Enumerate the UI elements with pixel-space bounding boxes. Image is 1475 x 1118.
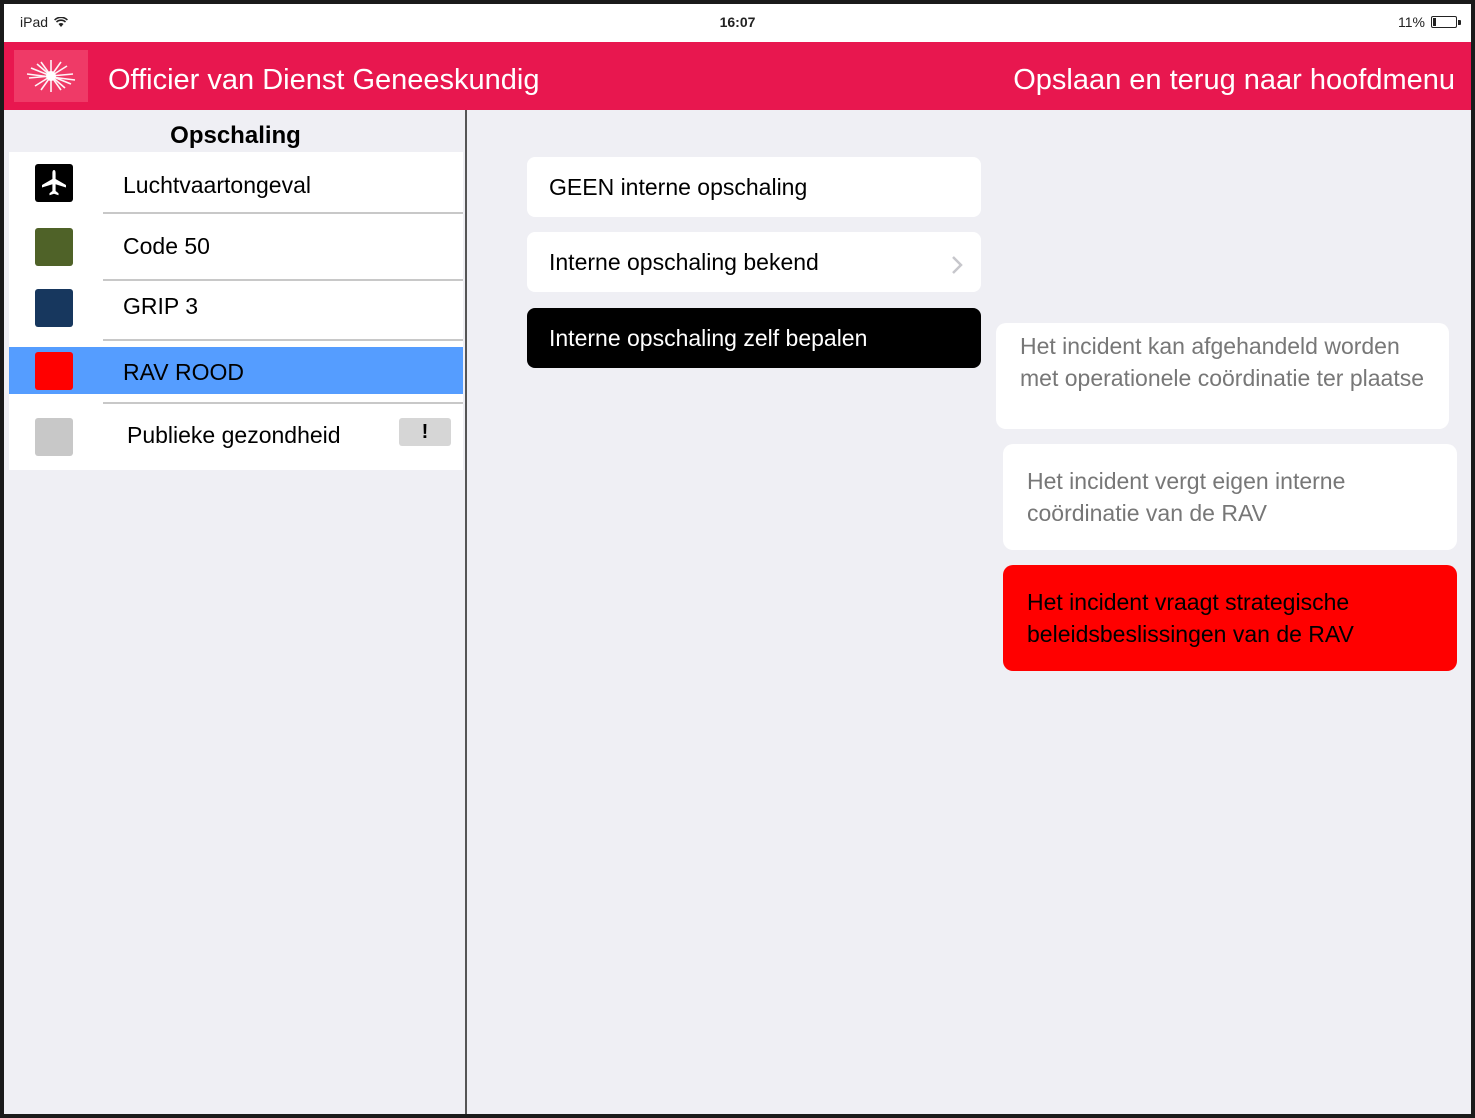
sidebar-list: Luchtvaartongeval Code 50 GRIP 3 RAV ROO…: [9, 152, 463, 470]
status-bar: 16:07 iPad 11%: [4, 4, 1471, 42]
description-operationele-coordinatie[interactable]: Het incident kan afgehandeld worden met …: [996, 323, 1449, 429]
status-left: iPad: [20, 14, 68, 30]
sidebar-item-label: Luchtvaartongeval: [123, 172, 311, 198]
wifi-icon: [54, 16, 68, 28]
description-strategische-beleidsbeslissingen[interactable]: Het incident vraagt strategische beleids…: [1003, 565, 1457, 671]
sidebar-item-rav-rood[interactable]: RAV ROOD: [9, 347, 463, 394]
separator: [103, 339, 463, 341]
color-swatch: [35, 352, 73, 390]
sidebar-item-code-50[interactable]: Code 50: [9, 214, 463, 281]
chevron-right-icon: [951, 254, 963, 281]
sidebar-item-label: Code 50: [123, 233, 210, 259]
sidebar: Opschaling Luchtvaartongeval Code 50 GRI…: [4, 110, 467, 1114]
save-back-button[interactable]: Opslaan en terug naar hoofdmenu: [1013, 64, 1455, 97]
app-title: Officier van Dienst Geneeskundig: [108, 64, 540, 96]
option-label: GEEN interne opschaling: [549, 174, 808, 200]
alert-badge[interactable]: !: [399, 418, 451, 446]
app-logo: [14, 50, 88, 102]
sidebar-item-grip-3[interactable]: GRIP 3: [9, 281, 463, 341]
device-label: iPad: [20, 14, 49, 30]
option-label: Interne opschaling bekend: [549, 249, 819, 275]
battery-percent: 11%: [1398, 14, 1425, 30]
description-interne-coordinatie[interactable]: Het incident vergt eigen interne coördin…: [1003, 444, 1457, 550]
option-interne-opschaling-zelf-bepalen[interactable]: Interne opschaling zelf bepalen: [527, 308, 981, 368]
color-swatch: [35, 418, 73, 456]
airplane-icon: [35, 164, 73, 202]
sidebar-item-label: Publieke gezondheid: [127, 422, 341, 448]
status-right: 11%: [1398, 14, 1461, 30]
sidebar-item-label: RAV ROOD: [123, 359, 244, 385]
status-time: 16:07: [719, 14, 756, 30]
sidebar-item-label: GRIP 3: [123, 293, 198, 319]
color-swatch: [35, 289, 73, 327]
color-swatch: [35, 228, 73, 266]
sidebar-title: Opschaling: [170, 122, 301, 149]
option-label: Interne opschaling zelf bepalen: [549, 325, 868, 351]
app-header: Officier van Dienst Geneeskundig Opslaan…: [4, 42, 1471, 110]
screen: 16:07 iPad 11% Officier van Dienst Genee…: [4, 4, 1471, 1114]
option-interne-opschaling-bekend[interactable]: Interne opschaling bekend: [527, 232, 981, 292]
option-geen-interne-opschaling[interactable]: GEEN interne opschaling: [527, 157, 981, 217]
battery-icon: [1431, 16, 1461, 28]
battery-fill: [1433, 18, 1436, 26]
sidebar-item-luchtvaartongeval[interactable]: Luchtvaartongeval: [9, 152, 463, 214]
sidebar-item-publieke-gezondheid[interactable]: Publieke gezondheid !: [35, 402, 463, 470]
